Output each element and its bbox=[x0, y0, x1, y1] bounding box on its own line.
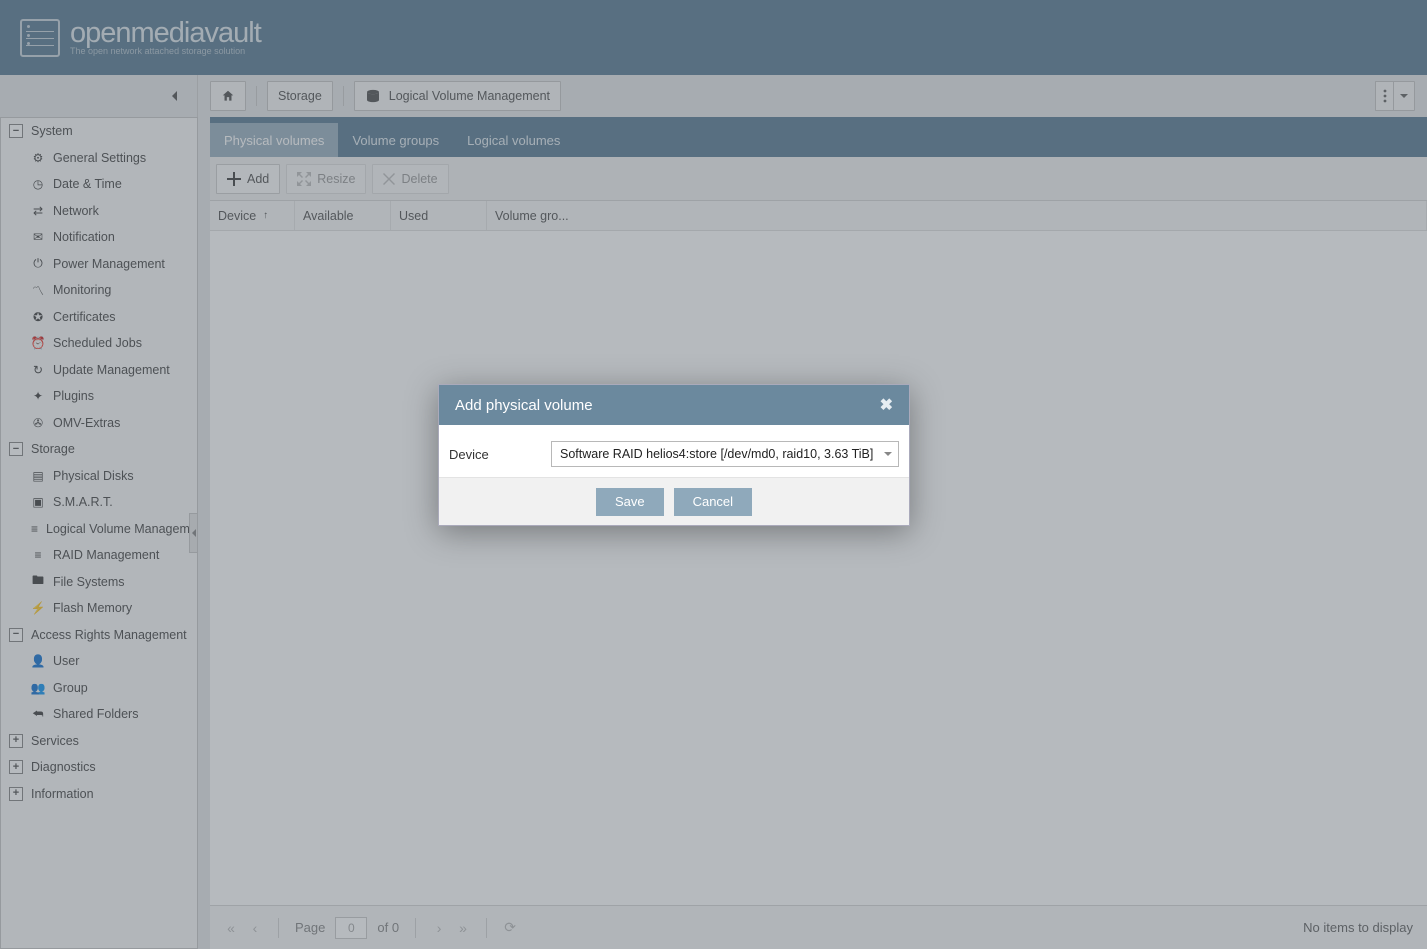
caret-down-icon bbox=[884, 452, 892, 456]
dialog-title: Add physical volume bbox=[455, 397, 593, 414]
dialog-close-button[interactable]: ✖ bbox=[880, 395, 893, 415]
device-select-value: Software RAID helios4:store [/dev/md0, r… bbox=[560, 447, 873, 461]
device-select[interactable]: Software RAID helios4:store [/dev/md0, r… bbox=[551, 441, 899, 467]
add-physical-volume-dialog: Add physical volume ✖ Device Software RA… bbox=[438, 384, 910, 526]
save-button[interactable]: Save bbox=[596, 488, 664, 516]
device-label: Device bbox=[449, 447, 545, 462]
dialog-footer: Save Cancel bbox=[439, 477, 909, 525]
dialog-title-bar[interactable]: Add physical volume ✖ bbox=[439, 385, 909, 425]
cancel-button[interactable]: Cancel bbox=[674, 488, 752, 516]
